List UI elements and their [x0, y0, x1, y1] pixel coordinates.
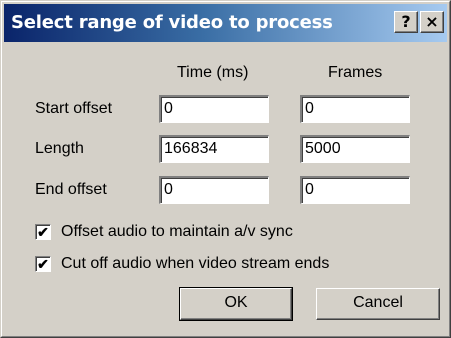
cancel-button[interactable]: Cancel: [316, 288, 440, 320]
end-offset-label: End offset: [35, 181, 107, 198]
dialog-frame: Select range of video to process ? × Tim…: [1, 1, 450, 337]
dialog-window: Select range of video to process ? × Tim…: [0, 0, 451, 338]
ok-button[interactable]: OK: [179, 287, 293, 321]
offset-audio-checkbox[interactable]: ✔: [35, 224, 51, 240]
start-offset-time-input[interactable]: 0: [159, 95, 269, 123]
title-bar[interactable]: Select range of video to process ? ×: [4, 4, 447, 42]
offset-audio-label: Offset audio to maintain a/v sync: [61, 223, 293, 240]
dialog-body: Time (ms) Frames Start offset 0 0 Length…: [2, 42, 451, 338]
time-column-header: Time (ms): [177, 64, 249, 81]
help-button[interactable]: ?: [394, 11, 418, 33]
close-button[interactable]: ×: [420, 11, 444, 33]
start-offset-label: Start offset: [35, 100, 113, 117]
end-offset-frames-input[interactable]: 0: [300, 176, 410, 204]
cut-audio-checkbox[interactable]: ✔: [35, 256, 51, 272]
length-time-input[interactable]: 166834: [159, 135, 269, 163]
length-label: Length: [35, 140, 84, 157]
length-frames-input[interactable]: 5000: [300, 135, 410, 163]
dialog-title: Select range of video to process: [11, 12, 333, 33]
frames-column-header: Frames: [328, 64, 383, 81]
cut-audio-label: Cut off audio when video stream ends: [61, 255, 330, 272]
start-offset-frames-input[interactable]: 0: [300, 95, 410, 123]
end-offset-time-input[interactable]: 0: [159, 176, 269, 204]
